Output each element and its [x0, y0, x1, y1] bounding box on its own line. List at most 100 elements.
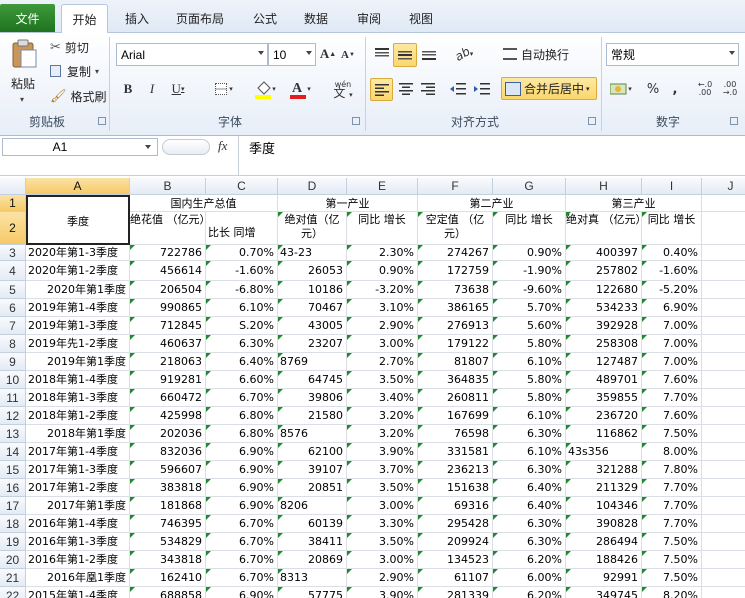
cell-H13[interactable]: 116862	[566, 425, 642, 443]
row-header-1[interactable]: 1	[0, 195, 26, 212]
cell-C14[interactable]: 6.90%	[206, 443, 278, 461]
cell-J17[interactable]	[702, 497, 745, 515]
column-header-B[interactable]: B	[130, 178, 206, 195]
cell-g2-header[interactable]: 同比 增长	[493, 212, 566, 245]
cell-B14[interactable]: 832036	[130, 443, 206, 461]
cell-D16[interactable]: 20851	[278, 479, 347, 497]
align-left-icon[interactable]	[370, 78, 393, 101]
cell-D11[interactable]: 39806	[278, 389, 347, 407]
cell-G9[interactable]: 6.10%	[493, 353, 566, 371]
cell-J12[interactable]	[702, 407, 745, 425]
cell-I4[interactable]: -1.60%	[642, 261, 702, 281]
cell-A5[interactable]: 2020年第1季度	[26, 281, 130, 299]
cell-C6[interactable]: 6.10%	[206, 299, 278, 317]
cell-A20[interactable]: 2016年第1-2季度	[26, 551, 130, 569]
cell-I9[interactable]: 7.00%	[642, 353, 702, 371]
cell-A15[interactable]: 2017年第1-3季度	[26, 461, 130, 479]
cell-primary-header[interactable]: 第一产业	[278, 195, 418, 212]
cell-C21[interactable]: 6.70%	[206, 569, 278, 587]
row-header-10[interactable]: 10	[0, 371, 26, 389]
cell-I15[interactable]: 7.80%	[642, 461, 702, 479]
tab-file[interactable]: 文件	[0, 4, 55, 32]
cell-E14[interactable]: 3.90%	[347, 443, 418, 461]
row-header-14[interactable]: 14	[0, 443, 26, 461]
cell-F9[interactable]: 81807	[418, 353, 493, 371]
row-header-12[interactable]: 12	[0, 407, 26, 425]
cell-A18[interactable]: 2016年第1-4季度	[26, 515, 130, 533]
cell-G5[interactable]: -9.60%	[493, 281, 566, 299]
row-header-9[interactable]: 9	[0, 353, 26, 371]
cell-C20[interactable]: 6.70%	[206, 551, 278, 569]
cell-H3[interactable]: 400397	[566, 245, 642, 261]
insert-function-icon[interactable]: fx	[218, 138, 227, 154]
cell-A8[interactable]: 2019年先1-2季度	[26, 335, 130, 353]
cell-D17[interactable]: 8206	[278, 497, 347, 515]
cell-C10[interactable]: 6.60%	[206, 371, 278, 389]
cell-A16[interactable]: 2017年第1-2季度	[26, 479, 130, 497]
cell-F21[interactable]: 61107	[418, 569, 493, 587]
shrink-font-icon[interactable]: A ▼	[340, 46, 356, 64]
cell-F14[interactable]: 331581	[418, 443, 493, 461]
cell-I17[interactable]: 7.70%	[642, 497, 702, 515]
cut-button[interactable]: ✂ 剪切	[50, 39, 89, 55]
column-header-H[interactable]: H	[566, 178, 642, 195]
font-color-icon[interactable]: A ▾	[285, 78, 315, 100]
copy-dropdown-arrow[interactable]: ▾	[95, 67, 99, 76]
name-box[interactable]: A1	[2, 138, 158, 156]
cell-F4[interactable]: 172759	[418, 261, 493, 281]
row-header-21[interactable]: 21	[0, 569, 26, 587]
cell-E8[interactable]: 3.00%	[347, 335, 418, 353]
cell-E22[interactable]: 3.90%	[347, 587, 418, 598]
cell-J2[interactable]	[702, 212, 745, 245]
grow-font-icon[interactable]: A ▲	[320, 44, 336, 64]
row-header-19[interactable]: 19	[0, 533, 26, 551]
cell-F11[interactable]: 260811	[418, 389, 493, 407]
cell-F22[interactable]: 281339	[418, 587, 493, 598]
cell-G18[interactable]: 6.30%	[493, 515, 566, 533]
row-header-16[interactable]: 16	[0, 479, 26, 497]
cell-G10[interactable]: 5.80%	[493, 371, 566, 389]
tab-formulas[interactable]: 公式	[243, 4, 287, 33]
cell-C3[interactable]: 0.70%	[206, 245, 278, 261]
cell-J4[interactable]	[702, 261, 745, 281]
cell-A9[interactable]: 2019年第1季度	[26, 353, 130, 371]
row-header-3[interactable]: 3	[0, 245, 26, 261]
percent-icon[interactable]: %	[644, 79, 662, 99]
cell-F18[interactable]: 295428	[418, 515, 493, 533]
select-all-corner[interactable]	[0, 178, 26, 195]
cell-G13[interactable]: 6.30%	[493, 425, 566, 443]
cell-A11[interactable]: 2018年第1-3季度	[26, 389, 130, 407]
cell-G14[interactable]: 6.10%	[493, 443, 566, 461]
cell-F10[interactable]: 364835	[418, 371, 493, 389]
column-header-G[interactable]: G	[493, 178, 566, 195]
cell-I11[interactable]: 7.70%	[642, 389, 702, 407]
cell-A21[interactable]: 2016年凰1季度	[26, 569, 130, 587]
row-header-2[interactable]: 2	[0, 212, 26, 245]
cell-I22[interactable]: 8.20%	[642, 587, 702, 598]
cell-i2-header[interactable]: 同比 增长	[642, 212, 702, 245]
cell-J7[interactable]	[702, 317, 745, 335]
cell-E13[interactable]: 3.20%	[347, 425, 418, 443]
cell-J14[interactable]	[702, 443, 745, 461]
cell-B12[interactable]: 425998	[130, 407, 206, 425]
cell-F13[interactable]: 76598	[418, 425, 493, 443]
paste-button[interactable]: 粘贴 ▾	[4, 37, 44, 109]
cell-D18[interactable]: 60139	[278, 515, 347, 533]
cell-J15[interactable]	[702, 461, 745, 479]
align-bottom-icon[interactable]	[419, 44, 439, 64]
cell-C17[interactable]: 6.90%	[206, 497, 278, 515]
row-header-11[interactable]: 11	[0, 389, 26, 407]
cell-H20[interactable]: 188426	[566, 551, 642, 569]
fill-color-icon[interactable]: ▾	[250, 78, 280, 100]
cell-A19[interactable]: 2016年第1-3季度	[26, 533, 130, 551]
cell-H18[interactable]: 390828	[566, 515, 642, 533]
cell-A17[interactable]: 2017年第1季度	[26, 497, 130, 515]
cell-B17[interactable]: 181868	[130, 497, 206, 515]
cell-H4[interactable]: 257802	[566, 261, 642, 281]
cell-h2-header[interactable]: 绝对真 （亿元）	[566, 212, 642, 245]
cell-E19[interactable]: 3.50%	[347, 533, 418, 551]
cell-E3[interactable]: 2.30%	[347, 245, 418, 261]
cell-I10[interactable]: 7.60%	[642, 371, 702, 389]
cell-H14[interactable]: 43s356	[566, 443, 642, 461]
cell-D10[interactable]: 64745	[278, 371, 347, 389]
